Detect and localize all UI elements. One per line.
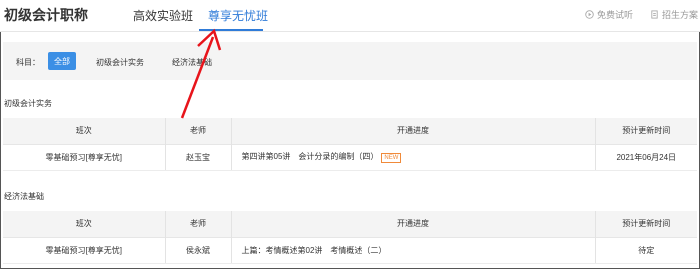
enrollment-plan-link[interactable]: 招生方案 <box>650 8 698 21</box>
teacher-cell: 赵玉宝 <box>165 143 232 171</box>
class-cell: 零基础预习[尊享无忧] <box>3 236 166 264</box>
filter-all-button[interactable]: 全部 <box>48 52 76 70</box>
progress-cell[interactable]: 上篇：考情概述第02讲 考情概述（二） <box>231 236 596 264</box>
progress-cell[interactable]: 第四讲第05讲 会计分录的编制（四） NEW <box>231 143 596 171</box>
column-header: 老师 <box>165 118 232 144</box>
new-badge: NEW <box>381 153 402 163</box>
class-cell: 零基础预习[尊享无忧] <box>3 143 166 171</box>
table-header-row: 班次 老师 开通进度 预计更新时间 <box>3 211 697 237</box>
tab-premium-class[interactable]: 尊享无忧班 <box>208 7 268 24</box>
progress-text: 第四讲第05讲 会计分录的编制（四） <box>241 152 379 161</box>
column-header: 预计更新时间 <box>595 118 697 144</box>
table-header-row: 班次 老师 开通进度 预计更新时间 <box>3 118 697 144</box>
free-trial-link[interactable]: 免费试听 <box>585 8 633 21</box>
teacher-cell: 侯永斌 <box>165 236 232 264</box>
enrollment-plan-label: 招生方案 <box>662 10 699 20</box>
table-row[interactable]: 零基础预习[尊享无忧] 赵玉宝 第四讲第05讲 会计分录的编制（四） NEW 20… <box>3 143 697 171</box>
schedule-table: 班次 老师 开通进度 预计更新时间 零基础预习[尊享无忧] 侯永斌 上篇：考情概… <box>3 211 697 264</box>
section-title: 经济法基础 <box>4 192 44 201</box>
top-bar: 初级会计职称 高效实验班 尊享无忧班 免费试听 招生方案 <box>0 0 700 32</box>
progress-text: 上篇：考情概述第02讲 考情概述（二） <box>241 245 387 255</box>
tab-efficient-class[interactable]: 高效实验班 <box>133 7 193 24</box>
update-date-cell: 2021年06月24日 <box>595 143 697 171</box>
free-trial-label: 免费试听 <box>597 10 634 20</box>
subject-filter-label: 科目： <box>16 58 40 67</box>
schedule-table: 班次 老师 开通进度 预计更新时间 零基础预习[尊享无忧] 赵玉宝 第四讲第05… <box>3 118 697 171</box>
brand-title: 初级会计职称 <box>4 7 88 23</box>
column-header: 预计更新时间 <box>595 211 697 237</box>
active-tab-indicator <box>199 29 263 31</box>
document-icon <box>651 10 658 19</box>
play-icon <box>585 10 594 19</box>
section-title: 初级会计实务 <box>4 99 52 108</box>
filter-economic-law[interactable]: 经济法基础 <box>172 57 212 68</box>
column-header: 老师 <box>165 211 232 237</box>
update-date-cell: 待定 <box>595 236 697 264</box>
column-header: 班次 <box>3 118 166 144</box>
column-header: 班次 <box>3 211 166 237</box>
column-header: 开通进度 <box>231 211 596 237</box>
column-header: 开通进度 <box>231 118 596 144</box>
filter-accounting-practice[interactable]: 初级会计实务 <box>96 57 144 68</box>
table-row[interactable]: 零基础预习[尊享无忧] 侯永斌 上篇：考情概述第02讲 考情概述（二） 待定 <box>3 236 697 264</box>
